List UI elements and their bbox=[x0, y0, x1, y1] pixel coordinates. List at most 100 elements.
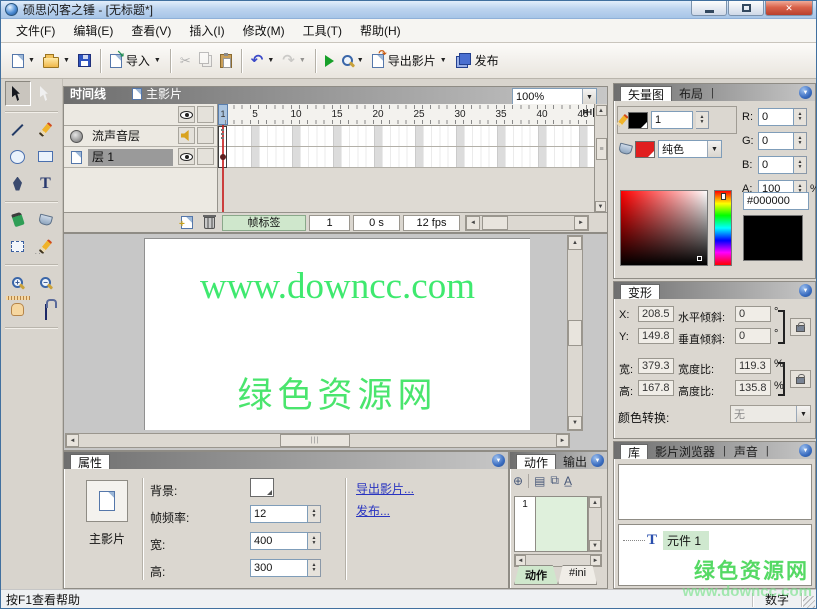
scroll-up-icon[interactable]: ▲ bbox=[589, 497, 601, 508]
delete-layer-button[interactable] bbox=[204, 217, 215, 229]
stroke-color-swatch[interactable] bbox=[628, 112, 648, 129]
playhead-marker[interactable]: 1 bbox=[218, 104, 228, 125]
lock-tool[interactable] bbox=[33, 297, 59, 322]
scroll-thumb[interactable]: ≡ bbox=[596, 138, 607, 160]
scroll-up-icon[interactable]: ▲ bbox=[568, 236, 582, 250]
new-dropdown-icon[interactable]: ▼ bbox=[28, 57, 35, 64]
tab-actions[interactable]: 动作 bbox=[516, 454, 556, 469]
timeline-vertical-scrollbar[interactable]: ▲ ≡ ▼ bbox=[594, 104, 607, 214]
b-input[interactable] bbox=[758, 156, 794, 174]
save-button[interactable] bbox=[74, 47, 95, 75]
color-transform-select[interactable]: 无 ▼ bbox=[730, 405, 811, 423]
open-button[interactable]: ▼ bbox=[39, 47, 74, 75]
timeline-horizontal-scrollbar[interactable]: ◄ ► bbox=[465, 215, 589, 231]
script-assist-icon[interactable]: ▤ bbox=[534, 474, 545, 488]
g-spinner[interactable]: ▲▼ bbox=[794, 132, 807, 150]
close-button[interactable]: ✕ bbox=[765, 1, 813, 16]
zoom-dropdown-icon[interactable]: ▼ bbox=[582, 89, 596, 105]
code-vertical-scrollbar[interactable]: ▲ ▼ bbox=[588, 496, 602, 552]
color-transform-dropdown-icon[interactable]: ▼ bbox=[796, 406, 810, 422]
menu-edit[interactable]: 编辑(E) bbox=[64, 19, 122, 42]
menu-modify[interactable]: 修改(M) bbox=[234, 19, 294, 42]
tab-sound[interactable]: 声音 bbox=[727, 444, 765, 459]
find-replace-icon[interactable]: A̲ bbox=[564, 474, 572, 488]
export-movie-button[interactable]: 导出影片▼ bbox=[368, 47, 451, 75]
width-input[interactable] bbox=[250, 532, 308, 550]
fill-type-dropdown-icon[interactable]: ▼ bbox=[707, 141, 721, 157]
layer-extra-cell[interactable] bbox=[197, 148, 214, 165]
transform-width-input[interactable] bbox=[638, 358, 674, 374]
library-item-label[interactable]: 元件 1 bbox=[663, 531, 709, 550]
stroke-width-spinner[interactable]: ▲▼ bbox=[696, 111, 709, 129]
visibility-column-header[interactable] bbox=[178, 106, 195, 123]
scroll-down-icon[interactable]: ▼ bbox=[568, 416, 582, 430]
code-editor-area[interactable] bbox=[536, 496, 588, 552]
layer-visibility-toggle[interactable] bbox=[178, 148, 195, 165]
height-spinner[interactable]: ▲▼ bbox=[308, 559, 321, 577]
line-tool[interactable] bbox=[5, 117, 31, 142]
layer-row-1[interactable]: 层 1 bbox=[64, 147, 217, 168]
scale-lock-button[interactable] bbox=[790, 370, 811, 388]
scroll-up-icon[interactable]: ▲ bbox=[596, 105, 607, 116]
r-spinner[interactable]: ▲▼ bbox=[794, 108, 807, 126]
panel-menu-icon[interactable]: ▼ bbox=[591, 454, 604, 467]
maximize-button[interactable] bbox=[728, 1, 764, 16]
tab-output[interactable]: 输出 bbox=[556, 454, 594, 469]
publish-link[interactable]: 发布... bbox=[356, 502, 390, 519]
export-movie-link[interactable]: 导出影片... bbox=[356, 480, 414, 497]
pen-tool[interactable] bbox=[5, 171, 31, 196]
library-item[interactable]: T 元件 1 bbox=[623, 531, 709, 550]
add-layer-button[interactable]: + bbox=[181, 216, 193, 229]
stage[interactable]: www.downcc.com 绿色资源网 bbox=[144, 238, 530, 430]
pencil-tool[interactable] bbox=[33, 117, 59, 142]
scroll-left-icon[interactable]: ◄ bbox=[66, 434, 79, 447]
framerate-spinner[interactable]: ▲▼ bbox=[308, 505, 321, 523]
paint-bucket-tool[interactable] bbox=[33, 207, 59, 232]
import-dropdown-icon[interactable]: ▼ bbox=[154, 57, 161, 64]
r-input[interactable] bbox=[758, 108, 794, 126]
target-path-icon[interactable]: ⊕ bbox=[513, 474, 523, 488]
frame-row-layer1[interactable] bbox=[218, 147, 596, 168]
minimize-button[interactable] bbox=[691, 1, 727, 16]
title-bar[interactable]: 硕思闪客之锤 - [无标题*] ✕ bbox=[1, 1, 816, 19]
frame-row-sound[interactable] bbox=[218, 126, 596, 147]
panel-menu-icon[interactable]: ▼ bbox=[492, 454, 505, 467]
layer-sound-toggle[interactable] bbox=[178, 127, 195, 144]
preview-dropdown-icon[interactable]: ▼ bbox=[357, 57, 364, 64]
hex-color-input[interactable] bbox=[743, 192, 809, 210]
ink-bottle-tool[interactable] bbox=[5, 207, 31, 232]
hand-tool[interactable] bbox=[5, 297, 31, 322]
scroll-down-icon[interactable]: ▼ bbox=[589, 540, 601, 551]
height-input[interactable] bbox=[250, 559, 308, 577]
x-input[interactable] bbox=[638, 306, 674, 322]
stroke-width-input[interactable] bbox=[651, 111, 693, 129]
undo-dropdown-icon[interactable]: ▼ bbox=[267, 57, 274, 64]
library-item-list[interactable]: T 元件 1 绿色资源网 bbox=[618, 524, 812, 586]
panel-menu-icon[interactable]: ▼ bbox=[799, 444, 812, 457]
ratio-h-input[interactable] bbox=[735, 380, 771, 396]
scroll-right-icon[interactable]: ► bbox=[556, 434, 569, 447]
skew-lock-button[interactable] bbox=[790, 318, 811, 336]
hue-strip[interactable] bbox=[714, 190, 732, 266]
paste-button[interactable] bbox=[216, 47, 236, 75]
rectangle-tool[interactable] bbox=[33, 144, 59, 169]
zoom-in-tool[interactable]: + bbox=[5, 270, 31, 295]
scene-indicator[interactable]: 主影片 bbox=[132, 85, 182, 104]
preview-button[interactable]: ▼ bbox=[338, 47, 368, 75]
open-dropdown-icon[interactable]: ▼ bbox=[63, 57, 70, 64]
panel-menu-icon[interactable]: ▼ bbox=[799, 86, 812, 99]
fill-type-select[interactable]: 纯色 ▼ bbox=[658, 140, 722, 158]
tab-vector[interactable]: 矢量图 bbox=[620, 86, 672, 101]
play-button[interactable] bbox=[321, 47, 338, 75]
scroll-down-icon[interactable]: ▼ bbox=[595, 201, 606, 212]
canvas-horizontal-scrollbar[interactable]: ◄ ||| ► bbox=[65, 433, 570, 448]
background-color-swatch[interactable] bbox=[250, 478, 274, 497]
menu-file[interactable]: 文件(F) bbox=[7, 19, 64, 42]
g-input[interactable] bbox=[758, 132, 794, 150]
tab-properties[interactable]: 属性 bbox=[70, 454, 110, 469]
pin-script-icon[interactable]: ⧉ bbox=[550, 473, 559, 488]
import-button[interactable]: 导入▼ bbox=[106, 47, 165, 75]
y-input[interactable] bbox=[638, 328, 674, 344]
scroll-left-icon[interactable]: ◄ bbox=[466, 216, 480, 230]
layer-name[interactable]: 层 1 bbox=[88, 149, 173, 166]
